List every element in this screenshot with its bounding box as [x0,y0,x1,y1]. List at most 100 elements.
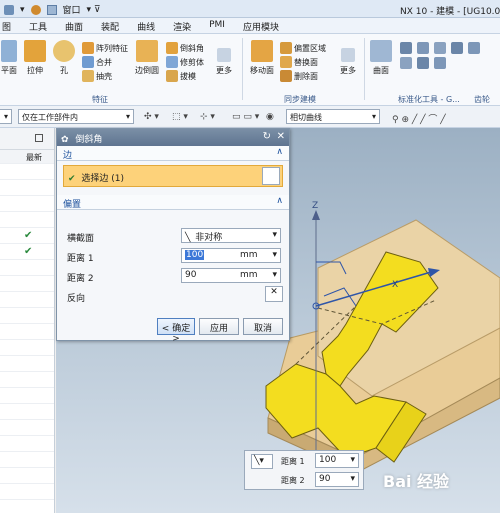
trim-body-button[interactable]: 修剪体 [166,56,204,68]
tool-icon[interactable] [451,42,463,54]
distance1-unit[interactable]: mm [240,250,258,260]
tool-icon[interactable] [468,42,480,54]
asymmetric-icon[interactable]: ╲▾ [251,454,273,469]
type-filter-dropdown[interactable]: ▾ [0,109,12,124]
window-menu-arrow-icon[interactable]: ▾ ⊽ [87,5,101,15]
menu-item-assembly[interactable]: 装配 [92,18,128,33]
scope-filter-dropdown[interactable]: 仅在工作部件内 ▾ [18,109,134,124]
latest-column-header[interactable]: 最新 [26,152,42,163]
edge-blend-button[interactable]: 边倒圆 [132,40,162,76]
distance2-unit[interactable]: mm [240,270,258,280]
offset-section-header[interactable]: 偏置 ∧ [57,195,289,210]
list-item[interactable] [0,276,54,292]
list-item[interactable] [0,180,54,196]
plane-button[interactable]: 平面 [0,40,18,76]
extrude-button[interactable]: 拉伸 [22,40,48,76]
render-icon[interactable]: ◉ [266,112,274,122]
cross-section-dropdown[interactable]: ╲ 非对称 ▾ [181,228,281,243]
more-feature-button[interactable]: 更多 [212,48,236,76]
replace-face-button[interactable]: 替换面 [280,56,318,68]
list-item[interactable] [0,212,54,228]
delete-face-button[interactable]: 删除面 [280,70,318,82]
list-item[interactable]: ✔ [0,228,54,244]
list-item[interactable] [0,260,54,276]
window-menu-label[interactable]: 窗口 [63,3,81,16]
chevron-down-icon[interactable]: ▾ [272,270,277,280]
draft-button[interactable]: 拔模 [166,70,196,82]
list-item[interactable] [0,164,54,180]
list-item[interactable] [0,404,54,420]
mini-distance1-input[interactable]: 100 ▾ [315,453,359,468]
list-item[interactable] [0,196,54,212]
combine-button[interactable]: 合并 [82,56,112,68]
move-face-button[interactable]: 移动面 [248,40,276,76]
distance2-input[interactable]: 90 mm ▾ [181,268,281,283]
filter-icon[interactable]: ⊹ ▾ [200,112,215,122]
curve-rule-dropdown[interactable]: 相切曲线 ▾ [286,109,380,124]
shell-button[interactable]: 抽壳 [82,70,112,82]
edge-section-header[interactable]: 边 ∧ [57,146,289,161]
settings-icon[interactable]: ✿ [61,135,69,145]
tool-icon[interactable] [434,42,446,54]
list-item[interactable] [0,324,54,340]
menu-item-render[interactable]: 渲染 [164,18,200,33]
app-menu-icon[interactable] [4,4,14,15]
select-icon[interactable]: ⬚ ▾ [172,112,188,122]
list-item[interactable] [0,308,54,324]
tool-icon[interactable] [434,57,446,69]
snap-icon[interactable]: ✣ ▾ [144,112,159,122]
reverse-direction-icon[interactable]: ✕ [265,286,283,302]
tool-icon[interactable] [417,42,429,54]
tool-icon[interactable] [417,57,429,69]
menu-item-curve[interactable]: 曲线 [128,18,164,33]
offset-region-button[interactable]: 偏置区域 [280,42,326,54]
snap-point-icons[interactable]: ⚲ ⊕ ╱ ╱ ⌒ ╱ [392,112,446,125]
list-item[interactable] [0,340,54,356]
mini-distance2-input[interactable]: 90 ▾ [315,472,359,487]
menu-item-pmi[interactable]: PMI [200,18,234,33]
chamfer-button[interactable]: 倒斜角 [166,42,204,54]
edge-section-label: 边 [63,151,73,161]
tool-icon[interactable] [400,57,412,69]
list-item[interactable] [0,388,54,404]
close-icon[interactable]: ✕ [277,131,285,142]
window-menu-icon[interactable] [46,4,57,15]
replace-face-label: 替换面 [294,57,318,67]
distance1-input[interactable]: 100 mm ▾ [181,248,281,263]
list-item[interactable]: ✔ [0,244,54,260]
list-item[interactable] [0,356,54,372]
quick-access-arrow-icon[interactable]: ▾ [20,5,25,15]
collapse-icon[interactable]: ∧ [276,196,283,206]
list-item[interactable] [0,468,54,484]
list-item[interactable] [0,436,54,452]
chevron-down-icon[interactable]: ▾ [350,474,355,484]
list-item[interactable] [0,292,54,308]
array-feature-button[interactable]: 阵列特征 [82,42,128,54]
navigator-maximize-icon[interactable] [35,134,43,142]
ok-button[interactable]: < 确定 > [157,318,195,344]
list-item[interactable] [0,372,54,388]
list-item[interactable] [0,484,54,500]
hole-button[interactable]: 孔 [52,40,76,76]
menu-item-view[interactable]: 图 [0,18,20,33]
more-sync-button[interactable]: 更多 [336,48,360,76]
tool-icon[interactable] [400,42,412,54]
quick-tool-icon[interactable] [30,4,41,15]
select-edge-row[interactable]: ✔ 选择边 (1) [63,165,283,187]
menu-item-applications[interactable]: 应用模块 [234,18,288,33]
apply-button[interactable]: 应用 [199,318,239,335]
collapse-icon[interactable]: ∧ [276,147,283,157]
menu-item-tools[interactable]: 工具 [20,18,56,33]
surface-button[interactable]: 曲面 [368,40,394,76]
cancel-button[interactable]: 取消 [243,318,283,335]
list-item[interactable] [0,452,54,468]
z-axis-arrow-icon[interactable] [312,210,320,220]
edge-select-icon[interactable] [262,167,280,185]
chevron-down-icon[interactable]: ▾ [272,250,277,260]
view-icon[interactable]: ▭ ▭ ▾ [232,112,259,122]
reset-icon[interactable]: ↻ [263,131,271,142]
list-item[interactable] [0,420,54,436]
menu-item-surface[interactable]: 曲面 [56,18,92,33]
chevron-down-icon[interactable]: ▾ [350,455,355,465]
extrude-icon [24,40,46,62]
